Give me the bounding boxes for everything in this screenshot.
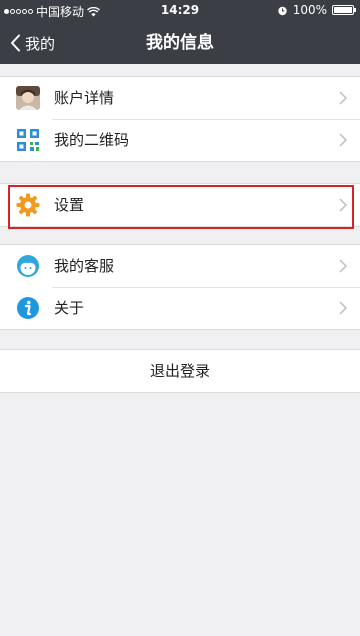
logout-button[interactable]: 退出登录 [0, 349, 360, 393]
chevron-right-icon [339, 133, 348, 147]
customer-service-label: 我的客服 [54, 257, 115, 275]
battery-icon [332, 5, 356, 15]
menu-item-about[interactable]: 关于 [0, 287, 360, 329]
about-label: 关于 [54, 299, 85, 317]
menu-item-my-qr-code[interactable]: 我的二维码 [0, 119, 360, 161]
customer-service-icon [17, 255, 39, 277]
account-group: 账户详情 我的二维码 [0, 76, 360, 162]
chevron-right-icon [339, 259, 348, 273]
settings-group: 设置 [0, 183, 360, 227]
alarm-clock-icon [277, 6, 287, 15]
status-bar: 中国移动 14:29 100% [0, 0, 360, 22]
settings-label: 设置 [54, 196, 85, 214]
account-details-label: 账户详情 [54, 89, 115, 107]
status-right: 100% [277, 3, 356, 17]
chevron-right-icon [339, 91, 348, 105]
battery-percent: 100% [292, 3, 327, 17]
menu-item-settings[interactable]: 设置 [0, 184, 360, 226]
chevron-right-icon [339, 301, 348, 315]
top-bar: 中国移动 14:29 100% 我的 我的信息 [0, 0, 360, 64]
support-group: 我的客服 关于 [0, 244, 360, 330]
page-title: 我的信息 [146, 33, 214, 53]
info-icon [17, 297, 39, 319]
my-qr-code-label: 我的二维码 [54, 131, 130, 149]
nav-bar: 我的 我的信息 [0, 22, 360, 64]
menu-item-customer-service[interactable]: 我的客服 [0, 245, 360, 287]
qr-code-icon [17, 129, 39, 151]
chevron-right-icon [339, 198, 348, 212]
gear-icon [16, 193, 40, 217]
avatar-icon [16, 86, 40, 110]
menu-item-account-details[interactable]: 账户详情 [0, 77, 360, 119]
